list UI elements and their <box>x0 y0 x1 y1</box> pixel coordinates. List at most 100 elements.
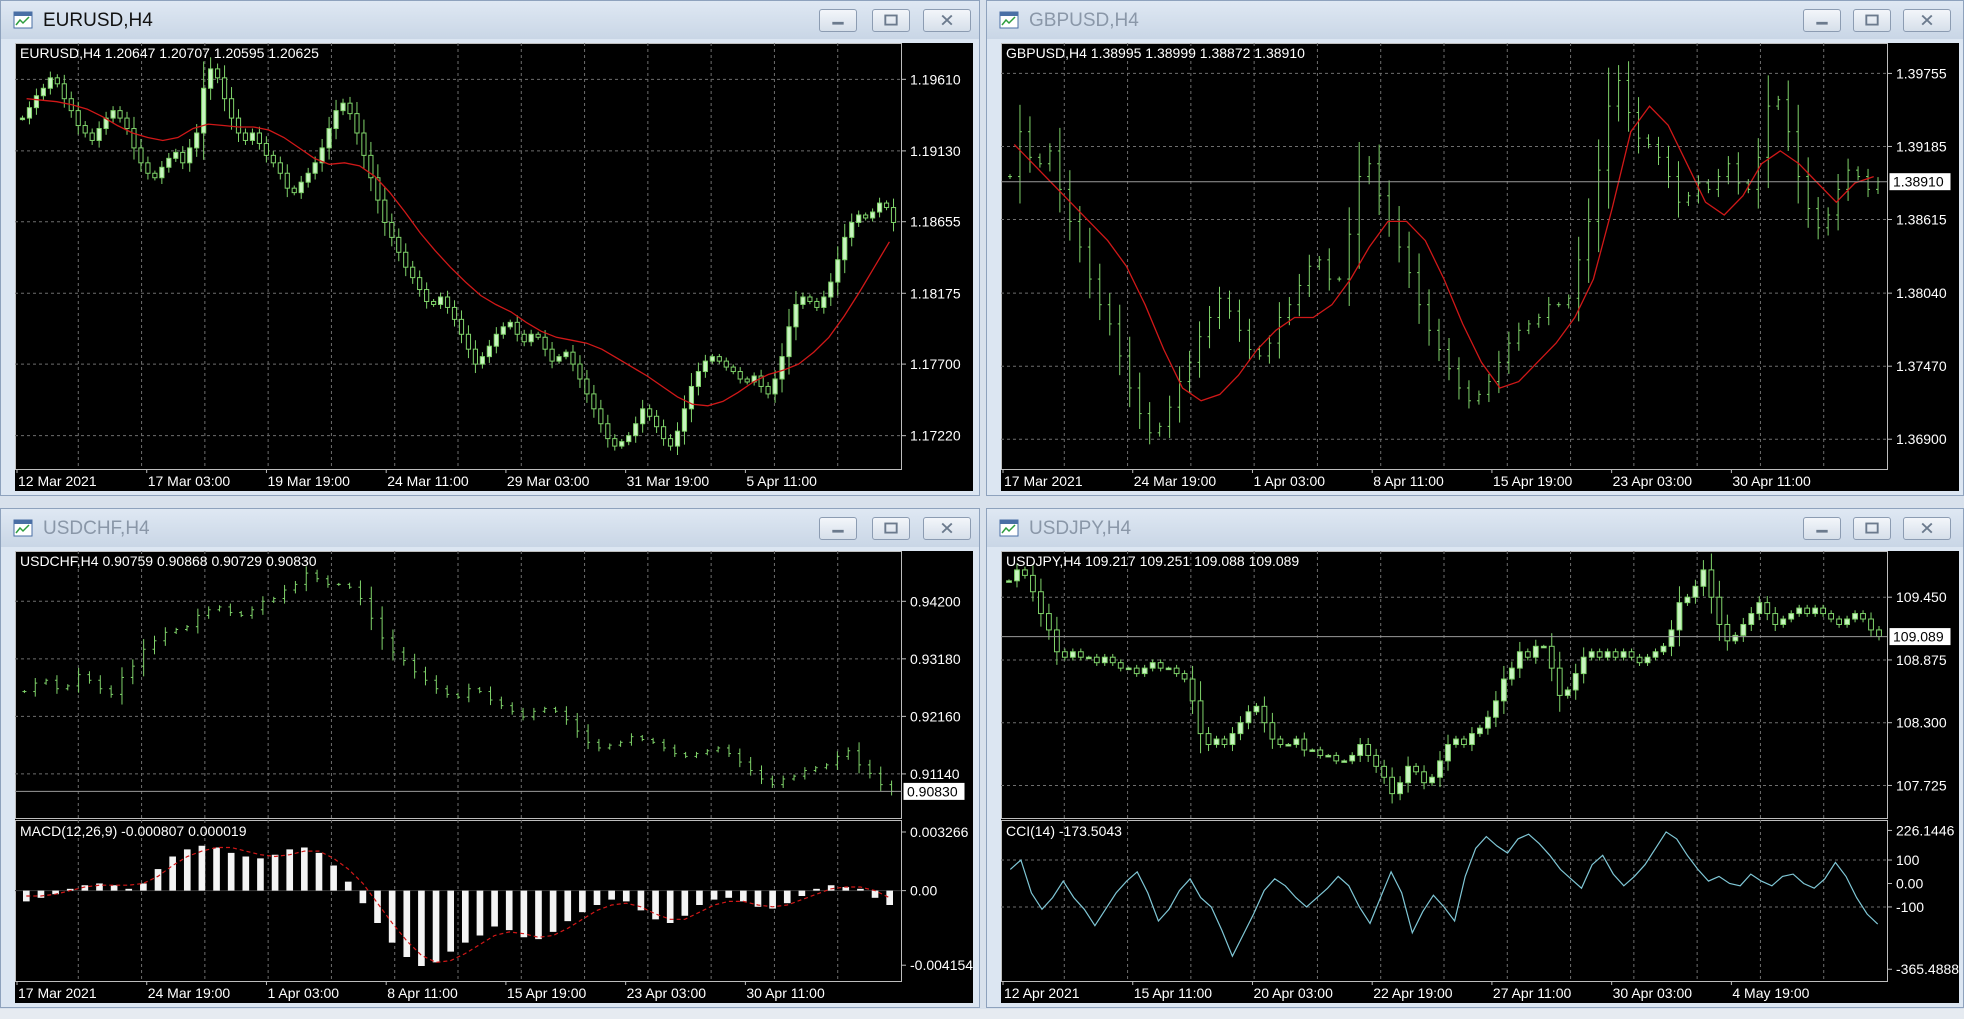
window-titlebar[interactable]: EURUSD,H4 <box>1 1 979 39</box>
symbol-info-label: EURUSD,H4 1.20647 1.20707 1.20595 1.2062… <box>20 45 319 61</box>
chart-area[interactable]: 0.94200 0.93180 0.92160 0.91140 0.90830 USDCH… <box>15 551 973 1003</box>
close-icon <box>941 522 953 534</box>
candle-bearish <box>424 289 430 302</box>
candle-bearish <box>1301 738 1308 751</box>
candle-bullish <box>674 430 681 447</box>
candle-bullish <box>1101 656 1108 664</box>
chart-window-gbpusd[interactable]: GBPUSD,H4 1.39755 1.39185 1.38615 1.38040 1.… <box>986 0 1964 496</box>
candle-bullish <box>249 132 256 141</box>
candle-bearish <box>270 154 276 164</box>
close-button[interactable] <box>923 9 971 32</box>
candle-bearish <box>1333 754 1340 762</box>
candle-bullish <box>1405 765 1411 784</box>
maximize-button[interactable] <box>872 517 910 540</box>
chart-window-eurusd[interactable]: EURUSD,H4 1.19610 1.19130 1.18655 1.18175 1.… <box>0 0 980 496</box>
candle-bullish <box>1788 613 1795 620</box>
candle-bearish <box>890 207 897 223</box>
candle-bearish <box>1389 776 1396 795</box>
symbol-info-label: GBPUSD,H4 1.38995 1.38999 1.38872 1.3891… <box>1006 45 1305 61</box>
candle-bearish <box>417 277 423 291</box>
candle-bullish <box>786 326 792 358</box>
close-button[interactable] <box>923 517 971 540</box>
close-button[interactable] <box>1903 9 1951 32</box>
candle-bearish <box>598 408 604 425</box>
candle-bullish <box>1668 629 1675 647</box>
candle-bearish <box>1381 765 1388 778</box>
candle-bearish <box>1556 667 1563 696</box>
candle-bearish <box>131 128 137 149</box>
candle-bullish <box>1149 662 1156 669</box>
candle-bearish <box>1764 602 1771 615</box>
candle-bearish <box>235 117 242 134</box>
candle-bullish <box>828 281 834 298</box>
candle-bearish <box>1197 700 1204 735</box>
chart-area[interactable]: 1.19610 1.19130 1.18655 1.18175 1.17700 1.172… <box>15 43 973 491</box>
window-titlebar[interactable]: USDCHF,H4 <box>1 509 979 547</box>
candle-bullish <box>1325 754 1332 758</box>
candle-bearish <box>117 110 123 119</box>
candle-bearish <box>1173 667 1180 675</box>
chart-window-usdchf[interactable]: USDCHF,H4 0.94200 0.93180 0.92160 0.91140 0.… <box>0 508 980 1008</box>
chart-window-icon-graphic <box>13 11 33 29</box>
candle-bullish <box>173 151 179 159</box>
candle-bearish <box>1828 613 1835 620</box>
candle-bullish <box>1500 678 1507 702</box>
candle-bullish <box>1572 673 1579 691</box>
maximize-button[interactable] <box>1853 517 1891 540</box>
candle-bearish <box>584 378 590 395</box>
candle-bearish <box>1628 651 1635 658</box>
minimize-button[interactable] <box>1803 517 1841 540</box>
candle-bearish <box>124 117 130 130</box>
candle-bullish <box>1469 733 1475 746</box>
time-axis-label: 23 Apr 03:00 <box>627 985 707 1001</box>
candle-bullish <box>793 303 799 328</box>
candle-bullish <box>33 95 40 109</box>
candle-bullish <box>702 360 708 373</box>
candle-bearish <box>1724 623 1731 642</box>
candle-bearish <box>1860 613 1866 620</box>
current-price-label: 0.90830 <box>907 783 958 799</box>
candle-bearish <box>577 363 583 380</box>
chart-area[interactable]: 1.39755 1.39185 1.38615 1.38040 1.37470 1.369… <box>1001 43 1959 491</box>
candle-bullish <box>298 181 304 194</box>
candle-bullish <box>1245 711 1252 724</box>
candle-bearish <box>716 356 722 362</box>
time-axis-label: 27 Apr 11:00 <box>1493 985 1572 1001</box>
time-axis-label: 17 Mar 03:00 <box>148 473 231 489</box>
candle-bullish <box>821 296 827 308</box>
maximize-button[interactable] <box>1853 9 1891 32</box>
candle-bearish <box>361 132 367 156</box>
candle-bearish <box>744 378 750 383</box>
minimize-button[interactable] <box>819 9 857 32</box>
candle-bearish <box>667 438 674 447</box>
price-tick-label: 109.450 <box>1896 589 1947 605</box>
time-axis-label: 19 Mar 19:00 <box>267 473 350 489</box>
indicator-label: CCI(14) -173.5043 <box>1006 823 1122 839</box>
price-tick-label: 107.725 <box>1896 777 1947 793</box>
chart-area[interactable]: 109.450 108.875 108.300 107.725 109.089 USDJP… <box>1001 551 1959 1003</box>
candle-bullish <box>40 87 46 97</box>
window-titlebar[interactable]: GBPUSD,H4 <box>987 1 1963 39</box>
window-titlebar[interactable]: USDJPY,H4 <box>987 509 1963 547</box>
candle-bullish <box>1237 722 1244 735</box>
maximize-button[interactable] <box>872 9 910 32</box>
minimize-icon <box>1816 529 1828 533</box>
status-strip <box>0 1009 1964 1019</box>
minimize-button[interactable] <box>1803 9 1841 32</box>
candle-bullish <box>1485 716 1491 729</box>
price-tick-label: 1.18175 <box>910 285 961 301</box>
price-tick-label: 1.17220 <box>910 428 961 444</box>
candle-bullish <box>507 321 513 328</box>
maximize-icon <box>1865 522 1879 534</box>
candle-bullish <box>1780 618 1787 625</box>
chart-window-icon-graphic <box>13 519 33 537</box>
candle-bearish <box>396 236 402 253</box>
chart-window-usdjpy[interactable]: USDJPY,H4 109.450 108.875 108.300 107.725 10… <box>986 508 1964 1008</box>
candle-bearish <box>521 333 527 343</box>
close-button[interactable] <box>1903 517 1951 540</box>
candle-bullish <box>772 378 778 395</box>
minimize-button[interactable] <box>819 517 857 540</box>
candle-bullish <box>19 117 26 121</box>
candle-bearish <box>277 162 283 174</box>
candle-bearish <box>814 300 820 308</box>
